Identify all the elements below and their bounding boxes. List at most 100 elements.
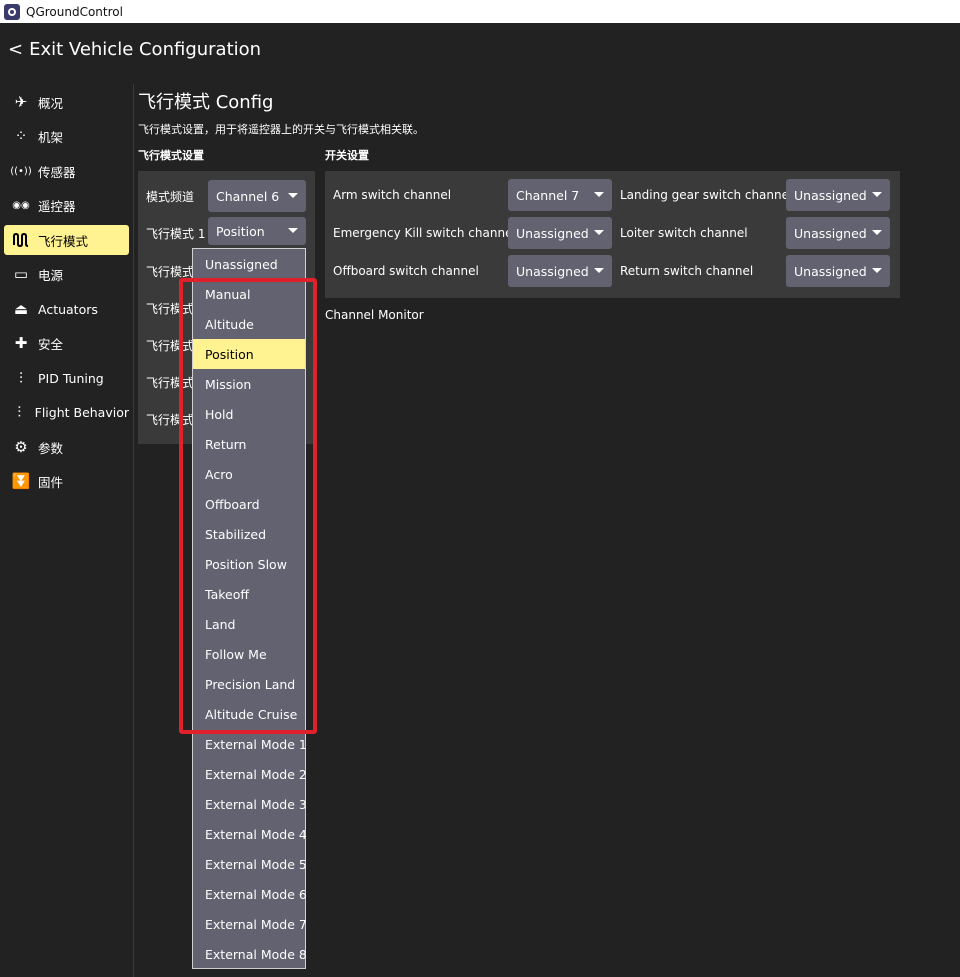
offboard-switch-value: Unassigned xyxy=(516,263,589,279)
loiter-switch-label: Loiter switch channel xyxy=(620,226,748,240)
sidebar-item-label: PID Tuning xyxy=(38,370,104,386)
sidebar-item-label: 机架 xyxy=(38,129,64,145)
caret-down-icon xyxy=(594,230,604,235)
pid-sliders-icon: ⫶ xyxy=(19,369,23,387)
dropdown-option[interactable]: Unassigned xyxy=(193,249,305,279)
dropdown-option[interactable]: External Mode 1 xyxy=(193,729,307,759)
dropdown-option[interactable]: Position Slow xyxy=(193,549,305,579)
caret-down-icon xyxy=(594,268,604,273)
dropdown-option[interactable]: External Mode 3 xyxy=(193,789,307,819)
dropdown-option[interactable]: Acro xyxy=(193,459,305,489)
caret-down-icon xyxy=(288,228,298,233)
firmware-icon: ⏬ xyxy=(11,472,31,490)
actuators-icon: ⏏ xyxy=(13,300,29,318)
dropdown-option[interactable]: Precision Land xyxy=(193,669,305,699)
loiter-switch-value: Unassigned xyxy=(794,225,867,241)
sidebar-item-summary[interactable]: ✈ 概况 xyxy=(4,87,129,117)
page-description: 飞行模式设置，用于将遥控器上的开关与飞行模式相关联。 xyxy=(138,123,424,136)
sidebar-item-label: Flight Behavior xyxy=(34,404,129,420)
parameters-gears-icon: ⚙ xyxy=(14,438,28,456)
chevron-left-icon: < xyxy=(8,39,24,60)
flight-mode-6-label: 飞行模式 6 xyxy=(146,413,192,427)
mode-channel-select[interactable]: Channel 6 xyxy=(208,180,306,212)
dropdown-option[interactable]: External Mode 2 xyxy=(193,759,307,789)
flight-mode-2-label: 飞行模式 2 xyxy=(146,265,192,279)
sidebar-item-actuators[interactable]: ⏏ Actuators xyxy=(4,294,129,324)
switch-settings-heading: 开关设置 xyxy=(325,149,369,162)
sidebar-item-pid-tuning[interactable]: ⫶ PID Tuning xyxy=(4,363,129,393)
dropdown-option[interactable]: Manual xyxy=(193,279,305,309)
sidebar-item-label: 参数 xyxy=(38,440,64,456)
switch-settings-panel: Arm switch channel Channel 7 Landing gea… xyxy=(325,171,900,298)
landing-gear-switch-label: Landing gear switch channel xyxy=(620,188,793,202)
dropdown-option[interactable]: Altitude Cruise xyxy=(193,699,305,729)
return-switch-label: Return switch channel xyxy=(620,264,754,278)
emergency-kill-switch-label: Emergency Kill switch channel xyxy=(333,226,516,240)
airframe-dots-icon: ⁘ xyxy=(14,127,28,145)
sidebar-item-sensors[interactable]: ((•)) 传感器 xyxy=(4,156,129,186)
mode-channel-label: 模式频道 xyxy=(146,190,195,204)
caret-down-icon xyxy=(872,268,882,273)
dropdown-option[interactable]: Stabilized xyxy=(193,519,305,549)
window-title: QGroundControl xyxy=(26,4,123,19)
sidebar-item-label: 遥控器 xyxy=(38,198,76,214)
return-switch-value: Unassigned xyxy=(794,263,867,279)
flight-mode-4-label: 飞行模式 4 xyxy=(146,339,192,353)
flight-behavior-sliders-icon: ⫶ xyxy=(17,403,22,421)
flight-mode-settings-heading: 飞行模式设置 xyxy=(138,149,204,162)
dropdown-option[interactable]: External Mode 6 xyxy=(193,879,307,909)
sidebar-item-label: 电源 xyxy=(38,267,64,283)
dropdown-option[interactable]: Offboard xyxy=(193,489,305,519)
sidebar-item-power[interactable]: ▭ 电源 xyxy=(4,259,129,289)
caret-down-icon xyxy=(872,192,882,197)
offboard-switch-select[interactable]: Unassigned xyxy=(508,255,612,287)
sidebar-item-flight-behavior[interactable]: ⫶ Flight Behavior xyxy=(4,397,129,427)
flight-mode-3-label: 飞行模式 3 xyxy=(146,302,192,316)
dropdown-option[interactable]: Hold xyxy=(193,399,305,429)
sidebar-item-label: 传感器 xyxy=(38,164,76,180)
dropdown-option[interactable]: Return xyxy=(193,429,305,459)
exit-label: Exit Vehicle Configuration xyxy=(29,39,262,60)
sidebar-item-label: 飞行模式 xyxy=(38,233,89,249)
dropdown-option[interactable]: Follow Me xyxy=(193,639,305,669)
offboard-switch-label: Offboard switch channel xyxy=(333,264,479,278)
flight-mode-1-label: 飞行模式 1 xyxy=(146,227,206,241)
exit-vehicle-configuration-button[interactable]: < Exit Vehicle Configuration xyxy=(8,39,261,60)
dropdown-option[interactable]: External Mode 4 xyxy=(193,819,307,849)
flight-mode-1-select[interactable]: Position xyxy=(208,217,306,245)
arm-switch-select[interactable]: Channel 7 xyxy=(508,179,612,211)
sidebar-item-label: Actuators xyxy=(38,301,98,317)
dropdown-option[interactable]: Takeoff xyxy=(193,579,305,609)
flight-mode-5-label: 飞行模式 5 xyxy=(146,376,192,390)
dropdown-option[interactable]: External Mode 8 xyxy=(193,939,307,969)
sidebar-item-parameters[interactable]: ⚙ 参数 xyxy=(4,432,129,462)
emergency-kill-switch-select[interactable]: Unassigned xyxy=(508,217,612,249)
dropdown-option[interactable]: External Mode 5 xyxy=(193,849,307,879)
landing-gear-switch-value: Unassigned xyxy=(794,187,867,203)
safety-medkit-icon: ✚ xyxy=(14,334,28,352)
sidebar-item-safety[interactable]: ✚ 安全 xyxy=(4,328,129,358)
header: < Exit Vehicle Configuration xyxy=(0,23,960,78)
emergency-kill-switch-value: Unassigned xyxy=(516,225,589,241)
arm-switch-value: Channel 7 xyxy=(516,187,580,203)
sidebar-item-flight-modes[interactable]: 飞行模式 xyxy=(4,225,129,255)
caret-down-icon xyxy=(872,230,882,235)
sidebar-item-radio[interactable]: ◉◉ 遥控器 xyxy=(4,190,129,220)
dropdown-option[interactable]: Land xyxy=(193,609,305,639)
sidebar-item-firmware[interactable]: ⏬ 固件 xyxy=(4,466,129,496)
caret-down-icon xyxy=(288,193,298,198)
sensor-radio-icon: ((•)) xyxy=(10,165,32,177)
sidebar-item-airframe[interactable]: ⁘ 机架 xyxy=(4,121,129,151)
flight-mode-dropdown-list[interactable]: Unassigned Manual Altitude Position Miss… xyxy=(192,248,307,969)
dropdown-option[interactable]: External Mode 7 xyxy=(193,909,307,939)
sidebar-item-label: 概况 xyxy=(38,95,64,111)
landing-gear-switch-select[interactable]: Unassigned xyxy=(786,179,890,211)
loiter-switch-select[interactable]: Unassigned xyxy=(786,217,890,249)
dropdown-option[interactable]: Mission xyxy=(193,369,305,399)
mode-channel-value: Channel 6 xyxy=(216,188,280,204)
page-title: 飞行模式 Config xyxy=(138,92,274,113)
return-switch-select[interactable]: Unassigned xyxy=(786,255,890,287)
dropdown-option-selected[interactable]: Position xyxy=(193,339,305,369)
dropdown-option[interactable]: Altitude xyxy=(193,309,305,339)
flight-mode-1-value: Position xyxy=(216,223,265,239)
